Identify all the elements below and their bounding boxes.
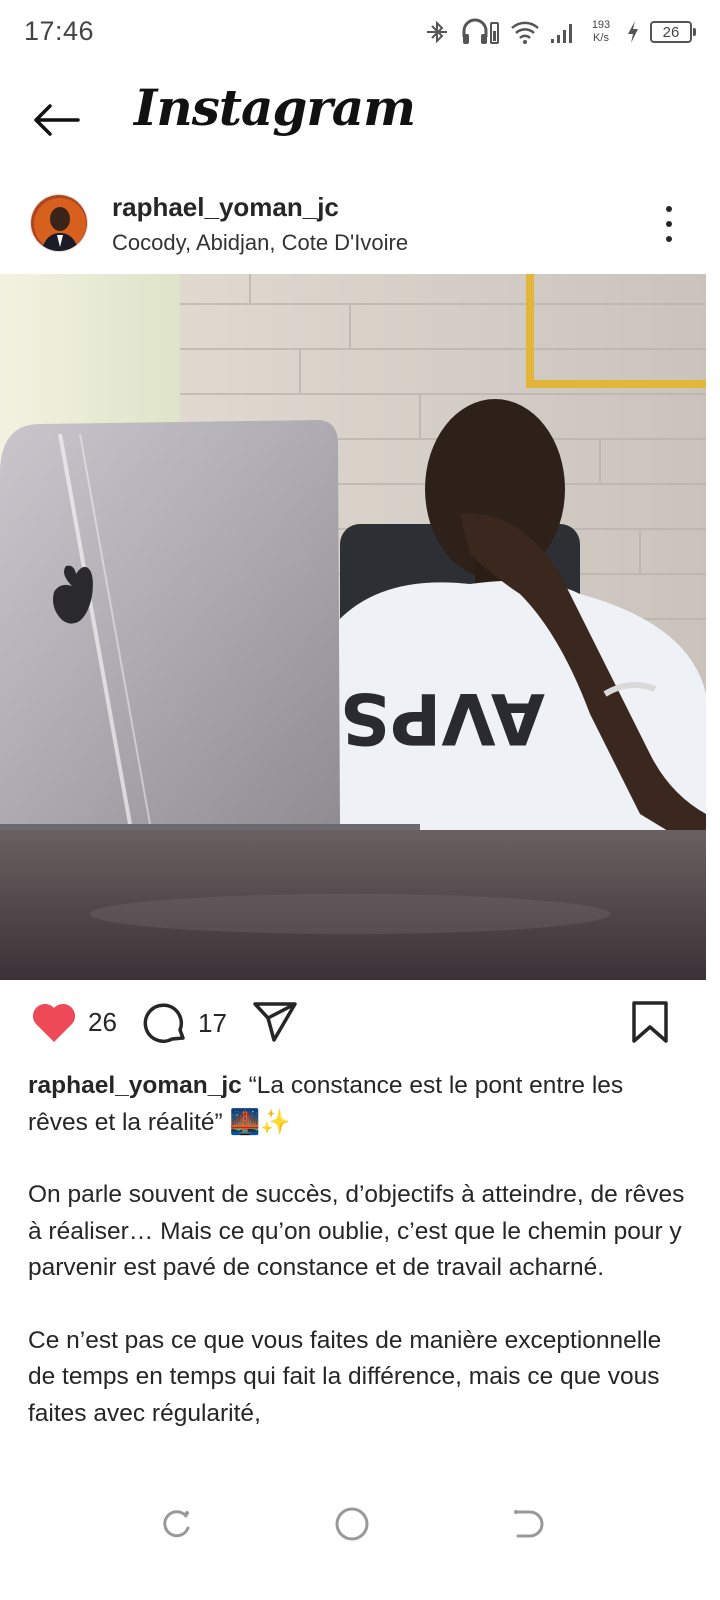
home-button[interactable] — [332, 1504, 372, 1544]
more-dot — [666, 206, 672, 212]
wifi-icon — [510, 19, 540, 45]
heart-filled-icon — [32, 1003, 76, 1042]
post-location[interactable]: Cocody, Abidjan, Cote D'Ivoire — [112, 230, 408, 256]
status-icons: 193 K/s 26 — [424, 14, 696, 50]
more-dot — [666, 221, 672, 227]
post-actions: 26 17 — [0, 994, 720, 1058]
caption-paragraph: On parle souvent de succès, d’objectifs … — [28, 1181, 685, 1281]
comment-count: 17 — [198, 1007, 227, 1038]
net-speed-unit: K/s — [593, 32, 609, 44]
charging-icon — [626, 20, 640, 44]
net-speed-value: 193 — [591, 19, 611, 31]
status-bar: 17:46 193 K/s 26 — [0, 0, 720, 66]
battery-icon: 26 — [650, 21, 696, 43]
save-button[interactable] — [630, 1000, 670, 1049]
send-icon — [253, 1002, 297, 1042]
post-header: raphael_yoman_jc Cocody, Abidjan, Cote D… — [0, 184, 720, 274]
like-button[interactable]: 26 — [30, 1000, 117, 1044]
comment-button[interactable]: 17 — [142, 1000, 227, 1046]
back-curve-icon — [514, 1510, 544, 1538]
caption-paragraph: Ce n’est pas ce que vous faites de maniè… — [28, 1326, 662, 1427]
post-caption: raphael_yoman_jc “La constance est le po… — [28, 1068, 688, 1468]
headset-battery-icon — [460, 17, 500, 47]
net-speed: 193 K/s — [586, 19, 616, 45]
system-nav-bar — [0, 1494, 720, 1550]
recents-button[interactable] — [156, 1504, 196, 1544]
signal-icon — [550, 19, 576, 45]
comment-icon — [143, 1003, 185, 1043]
status-time: 17:46 — [24, 16, 95, 46]
bluetooth-off-icon — [424, 19, 450, 45]
post-photo[interactable]: AVPS — [0, 274, 706, 980]
arrow-left-icon — [34, 104, 80, 136]
back-button[interactable] — [26, 92, 86, 148]
like-count: 26 — [88, 1006, 117, 1037]
home-circle-icon — [335, 1507, 369, 1541]
recents-icon — [163, 1510, 190, 1538]
instagram-logo: Instagram — [134, 78, 416, 137]
share-button[interactable] — [252, 1000, 298, 1044]
post-username[interactable]: raphael_yoman_jc — [112, 192, 339, 223]
caption-first-paragraph: raphael_yoman_jc “La constance est le po… — [28, 1068, 688, 1141]
more-options-button[interactable] — [654, 202, 684, 246]
tshirt-text: AVPS — [340, 677, 545, 759]
caption-username[interactable]: raphael_yoman_jc — [28, 1072, 242, 1099]
more-dot — [666, 236, 672, 242]
bookmark-icon — [632, 1001, 668, 1043]
app-header: Instagram — [0, 66, 720, 176]
system-back-button[interactable] — [508, 1504, 548, 1544]
avatar[interactable] — [30, 194, 88, 252]
